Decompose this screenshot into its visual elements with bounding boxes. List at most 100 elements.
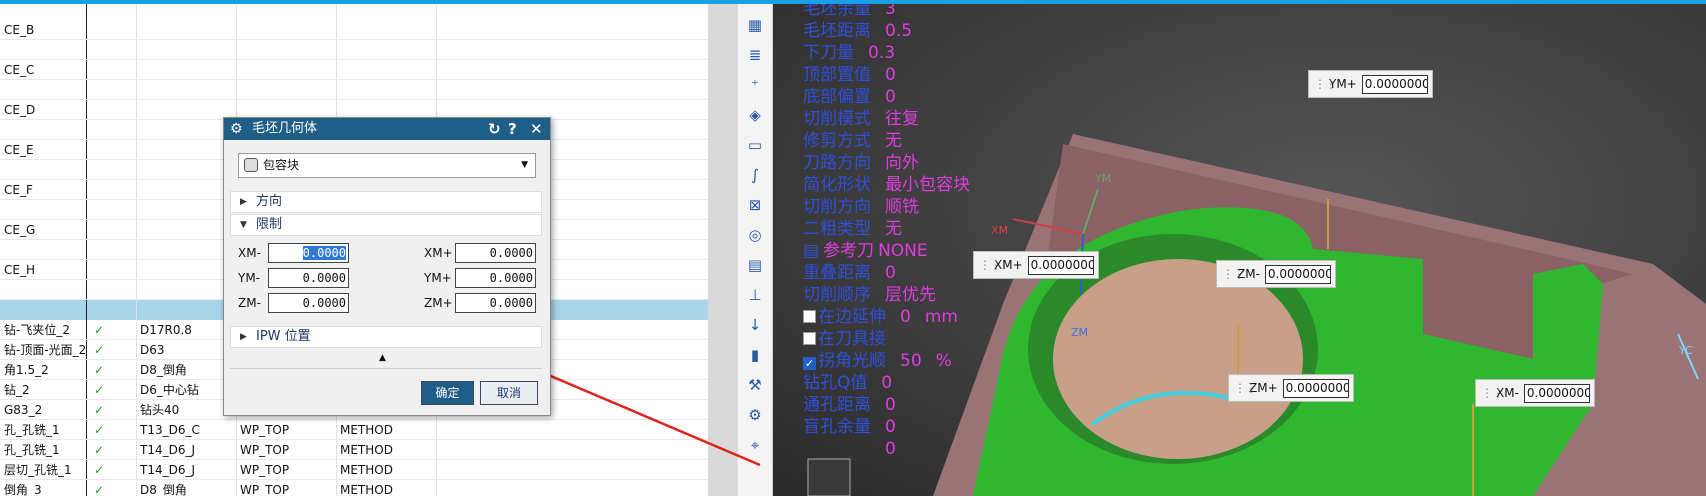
overlay-key: 切削顺序 [803, 285, 871, 305]
op-tool: T13_D6_C [140, 423, 200, 437]
ym-plus-handle[interactable]: ⋮⋮ YM+ 0.0000000 [1308, 70, 1433, 98]
section-ipw-position[interactable]: ▶ IPW 位置 [230, 326, 542, 348]
overlay-key: 修剪方式 [803, 131, 871, 151]
xm-plus-handle[interactable]: ⋮⋮ XM+ 0.0000000 [973, 251, 1099, 279]
cube-icon[interactable]: ◈ [744, 104, 766, 126]
overlay-value: 0 [885, 395, 896, 415]
op-tool: D6_中心钻 [140, 383, 199, 397]
ym-plus-handle-input[interactable]: 0.0000000 [1361, 75, 1428, 94]
close-icon[interactable]: ✕ [530, 118, 543, 140]
xm-minus-handle-input[interactable]: 0.0000000 [1523, 384, 1590, 403]
view-cube[interactable] [807, 458, 851, 496]
overlay-key: 通孔距离 [803, 395, 871, 415]
overlay-key: 毛坯距离 [803, 21, 871, 41]
hatch-icon[interactable]: ▤ [744, 254, 766, 276]
cross-box-icon[interactable]: ⊠ [744, 194, 766, 216]
overlay-value: 无 [885, 219, 902, 239]
crosshair-icon[interactable]: ⌖ [744, 434, 766, 456]
op-tool: D17R0.8 [140, 323, 192, 337]
check-icon: ✓ [94, 343, 105, 357]
boundary-icon[interactable]: ▭ [744, 134, 766, 156]
ym-minus-input[interactable]: 0.0000 [268, 268, 349, 288]
dialog-titlebar[interactable]: ⚙ 毛坯几何体 ↻ ? ✕ [224, 118, 550, 140]
table-row[interactable]: 层切_孔铣_1 ✓ T14_D6_J WP_TOP METHOD [0, 460, 708, 480]
collapse-more-icon[interactable]: ▲ [379, 353, 386, 363]
overlay-key: 顶部置值 [803, 65, 871, 85]
drag-grip-icon[interactable]: ⋮⋮ [1481, 386, 1504, 400]
overlay-row: 盲孔余量 0 [803, 416, 896, 438]
vertical-toolbar: ▦ ≣ ⁺ ◈ ▭ ∫ ⊠ ◎ ▤ ⊥ ↓ ▮ ⚒ ⚙ ⌖ [738, 4, 773, 496]
check-icon: ✓ [94, 443, 105, 457]
assembly-icon[interactable]: ⚙ [744, 404, 766, 426]
corner-smooth-checkbox[interactable]: ✓ [803, 357, 816, 370]
xm-plus-input[interactable]: 0.0000 [455, 243, 536, 263]
overlay-key: 二粗类型 [803, 219, 871, 239]
overlay-row[interactable]: 在边延伸 0 mm [803, 306, 958, 328]
cancel-button[interactable]: 取消 [480, 381, 538, 405]
table-row[interactable]: 倒角_3 ✓ D8_倒角 WP_TOP METHOD [0, 480, 708, 496]
check-icon: ✓ [94, 423, 105, 437]
wrench-icon[interactable]: ⚒ [744, 374, 766, 396]
overlay-key: 底部偏置 [803, 87, 871, 107]
table-row[interactable]: CE_B [0, 20, 708, 40]
expand-icon: ▶ [240, 197, 247, 207]
tool-contact-checkbox[interactable] [803, 332, 816, 345]
reset-icon[interactable]: ↻ [488, 118, 501, 140]
overlay-row: 切削模式 往复 [803, 108, 919, 130]
help-icon[interactable]: ? [508, 118, 517, 140]
overlay-row[interactable]: 在刀具接 [803, 328, 886, 350]
zm-minus-handle[interactable]: ⋮⋮ ZM- 0.0000000 [1216, 260, 1336, 288]
check-icon: ✓ [94, 383, 105, 397]
row-name: CE_G [4, 223, 36, 237]
drill-icon[interactable]: ▮ [744, 344, 766, 366]
xm-plus-handle-input[interactable]: 0.0000000 [1027, 256, 1094, 275]
xm-minus-value: 0.0000 [302, 246, 346, 260]
workpiece-icon[interactable]: ▦ [744, 14, 766, 36]
drag-grip-icon[interactable]: ⋮⋮ [1234, 381, 1257, 395]
chevron-down-icon: ▼ [521, 160, 528, 170]
list-edit-icon[interactable]: ≣ [744, 44, 766, 66]
zm-plus-input[interactable]: 0.0000 [455, 293, 536, 313]
tool-icon[interactable]: ↓ [744, 314, 766, 336]
points-icon[interactable]: ⁺ [744, 74, 766, 96]
drag-grip-icon[interactable]: ⋮⋮ [1314, 77, 1337, 91]
op-geometry: WP_TOP [240, 443, 290, 457]
overlay-row[interactable]: ✓ 拐角光顺 50% [803, 350, 952, 372]
zm-plus-handle-input[interactable]: 0.0000000 [1282, 379, 1349, 398]
table-row[interactable]: 孔_孔铣_1 ✓ T13_D6_C WP_TOP METHOD [0, 420, 708, 440]
blank-type-value: 包容块 [263, 158, 300, 172]
zm-plus-label: ZM+ [424, 296, 453, 310]
xm-minus-input[interactable]: 0.0000 [268, 243, 349, 263]
ym-plus-input[interactable]: 0.0000 [455, 268, 536, 288]
extend-at-edge-checkbox[interactable] [803, 310, 816, 323]
zm-minus-input[interactable]: 0.0000 [268, 293, 349, 313]
graphics-window[interactable]: YM XM ZM YC 毛坯余量 3 毛坯距离 0.5 下刀量 0.3 顶部置值 0 底… [773, 4, 1706, 496]
section-direction[interactable]: ▶ 方向 [230, 191, 542, 213]
check-icon: ✓ [94, 483, 105, 496]
curve-icon[interactable]: ∫ [744, 164, 766, 186]
table-row[interactable]: 孔_孔铣_1 ✓ T14_D6_J WP_TOP METHOD [0, 440, 708, 460]
blank-geometry-dialog: ⚙ 毛坯几何体 ↻ ? ✕ 包容块 ▼ ▶ 方向 ▼ 限制 XM- 0.0000 X… [223, 117, 551, 416]
splitter[interactable] [708, 4, 738, 496]
tool-holder-icon[interactable]: ⊥ [744, 284, 766, 306]
row-name: CE_D [4, 103, 36, 117]
section-limits[interactable]: ▼ 限制 [230, 214, 542, 236]
overlay-row[interactable]: ▤ 参考刀 NONE [803, 240, 928, 262]
overlay-value: 0 [885, 87, 896, 107]
blank-type-select[interactable]: 包容块 ▼ [238, 153, 536, 178]
drag-grip-icon[interactable]: ⋮⋮ [979, 258, 1002, 272]
table-row[interactable]: CE_C [0, 60, 708, 80]
overlay-unit: mm [924, 307, 958, 327]
row-name: CE_H [4, 263, 35, 277]
ok-button[interactable]: 确定 [421, 381, 474, 405]
table-row[interactable] [0, 80, 708, 100]
drag-grip-icon[interactable]: ⋮⋮ [1222, 267, 1245, 281]
overlay-row: 钻孔Q值 0 [803, 372, 892, 394]
bore-inner [1053, 259, 1303, 459]
zm-plus-handle[interactable]: ⋮⋮ ZM+ 0.0000000 [1228, 374, 1354, 402]
xm-minus-handle[interactable]: ⋮⋮ XM- 0.0000000 [1475, 379, 1595, 407]
ym-minus-label: YM- [238, 271, 261, 285]
layers-icon[interactable]: ◎ [744, 224, 766, 246]
zm-minus-handle-input[interactable]: 0.0000000 [1264, 265, 1331, 284]
table-row[interactable] [0, 40, 708, 60]
